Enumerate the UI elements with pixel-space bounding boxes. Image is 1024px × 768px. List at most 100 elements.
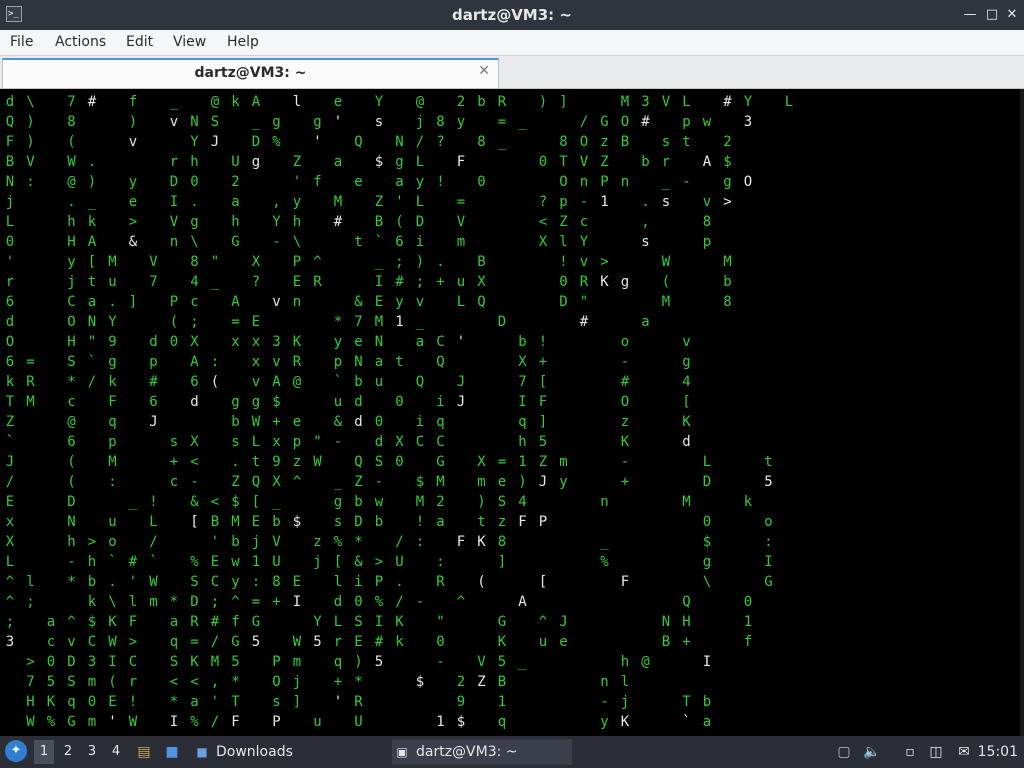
workspace-3[interactable]: 3 <box>82 740 102 764</box>
screenshot-tray-icon[interactable]: ▢ <box>834 742 854 762</box>
matrix-glyph: L <box>5 214 15 230</box>
menu-actions[interactable]: Actions <box>55 34 106 50</box>
matrix-glyph: + <box>538 354 548 370</box>
matrix-glyph: o <box>620 334 630 350</box>
matrix-glyph: N <box>190 114 199 130</box>
matrix-glyph: / <box>210 634 220 650</box>
matrix-glyph: 1 <box>600 194 609 210</box>
tab-terminal[interactable]: dartz@VM3: ~ ✕ <box>2 58 499 88</box>
matrix-glyph: ^ <box>231 594 240 610</box>
tab-close-icon[interactable]: ✕ <box>478 63 490 79</box>
matrix-glyph: 4 <box>190 274 199 290</box>
menu-help[interactable]: Help <box>227 34 259 50</box>
matrix-glyph: X <box>190 334 199 350</box>
matrix-glyph: / <box>5 474 15 490</box>
matrix-glyph: : <box>108 474 117 490</box>
matrix-glyph: c <box>46 634 56 650</box>
matrix-glyph: O <box>67 314 76 330</box>
matrix-glyph: A <box>231 294 240 310</box>
matrix-glyph: j <box>292 674 302 690</box>
matrix-glyph: d <box>149 334 158 350</box>
matrix-glyph: y <box>600 714 609 730</box>
task-downloads[interactable]: ■ Downloads <box>192 739 372 765</box>
file-manager-launcher-icon[interactable]: ▤ <box>134 742 154 762</box>
matrix-glyph: [ <box>682 394 691 410</box>
matrix-glyph: ^ <box>456 594 466 610</box>
matrix-glyph: 6 <box>149 394 158 410</box>
matrix-glyph: > <box>600 254 609 270</box>
minimize-button[interactable]: — <box>962 6 978 24</box>
matrix-glyph: F <box>5 134 15 150</box>
matrix-glyph: ` <box>5 434 15 450</box>
matrix-glyph: G <box>600 114 609 130</box>
matrix-glyph: o <box>108 534 117 550</box>
matrix-glyph: x <box>272 434 281 450</box>
matrix-glyph: \ <box>702 574 712 590</box>
matrix-glyph: r <box>333 634 343 650</box>
matrix-glyph: K <box>46 694 56 710</box>
matrix-glyph: v <box>169 114 179 130</box>
matrix-glyph: h <box>231 214 240 230</box>
matrix-glyph: y <box>333 334 343 350</box>
start-menu-button[interactable]: ✦ <box>5 740 27 762</box>
matrix-glyph: i <box>415 234 425 250</box>
matrix-glyph: _ <box>333 474 343 490</box>
network-icon[interactable]: ◫ <box>926 742 946 762</box>
matrix-glyph: 0 <box>190 174 199 190</box>
window-titlebar[interactable]: >_ dartz@VM3: ~ — □ ✕ <box>0 0 1024 30</box>
matrix-glyph: n <box>600 494 609 510</box>
matrix-glyph: b <box>518 334 527 350</box>
matrix-glyph: S <box>67 354 76 370</box>
matrix-glyph: + <box>436 274 445 290</box>
maximize-button[interactable]: □ <box>984 6 1000 24</box>
matrix-glyph: K <box>600 274 609 290</box>
matrix-glyph: D <box>251 134 261 150</box>
workspace-1[interactable]: 1 <box>34 740 54 764</box>
matrix-glyph: 9 <box>456 694 466 710</box>
matrix-glyph: - <box>620 354 630 370</box>
matrix-glyph: K <box>190 654 199 670</box>
menu-edit[interactable]: Edit <box>126 34 153 50</box>
matrix-glyph: X <box>395 434 404 450</box>
workspace-2[interactable]: 2 <box>58 740 78 764</box>
matrix-glyph: I <box>374 274 384 290</box>
matrix-glyph: A <box>251 94 261 110</box>
matrix-glyph: c <box>169 474 179 490</box>
matrix-glyph: I <box>169 714 179 730</box>
matrix-glyph: _ <box>497 134 507 150</box>
matrix-glyph: v <box>128 134 138 150</box>
terminal-scrollbar[interactable] <box>1020 89 1024 736</box>
matrix-glyph: . <box>641 194 650 210</box>
workspace-4[interactable]: 4 <box>106 740 126 764</box>
matrix-glyph: z <box>620 414 630 430</box>
matrix-glyph: V <box>477 654 486 670</box>
matrix-glyph: u <box>333 394 343 410</box>
matrix-glyph: V <box>579 154 589 170</box>
matrix-glyph: _ <box>128 494 138 510</box>
matrix-glyph: L <box>149 514 158 530</box>
clipboard-icon[interactable]: ▫ <box>900 742 920 762</box>
matrix-glyph: g <box>620 274 630 290</box>
matrix-glyph: Z <box>374 194 384 210</box>
matrix-glyph: S <box>497 494 507 510</box>
matrix-glyph: . <box>108 294 117 310</box>
matrix-glyph: / <box>210 714 220 730</box>
matrix-glyph: M <box>723 254 732 270</box>
matrix-glyph: K <box>497 634 507 650</box>
notification-icon[interactable]: ✉ <box>954 742 974 762</box>
matrix-glyph: ; <box>415 274 425 290</box>
matrix-glyph: : <box>415 534 425 550</box>
matrix-glyph: , <box>210 674 220 690</box>
matrix-glyph: s <box>641 234 650 250</box>
volume-icon[interactable]: 🔈 <box>862 742 882 762</box>
matrix-glyph: m <box>559 454 568 470</box>
matrix-glyph: R <box>190 614 199 630</box>
menu-file[interactable]: File <box>10 34 33 50</box>
terminal-output[interactable]: d \ 7 # f _ @ k Al e Y @2 b R)] M 3 V L # Y L Q) 8) v N S _ g g ' s j 8 y… <box>0 89 1024 736</box>
matrix-glyph: f <box>128 94 138 110</box>
menu-view[interactable]: View <box>173 34 206 50</box>
task-terminal[interactable]: ▣ dartz@VM3: ~ <box>392 739 572 765</box>
matrix-glyph: V <box>149 254 158 270</box>
show-desktop-icon[interactable]: ■ <box>162 742 182 762</box>
close-window-button[interactable]: ✕ <box>1004 6 1020 24</box>
